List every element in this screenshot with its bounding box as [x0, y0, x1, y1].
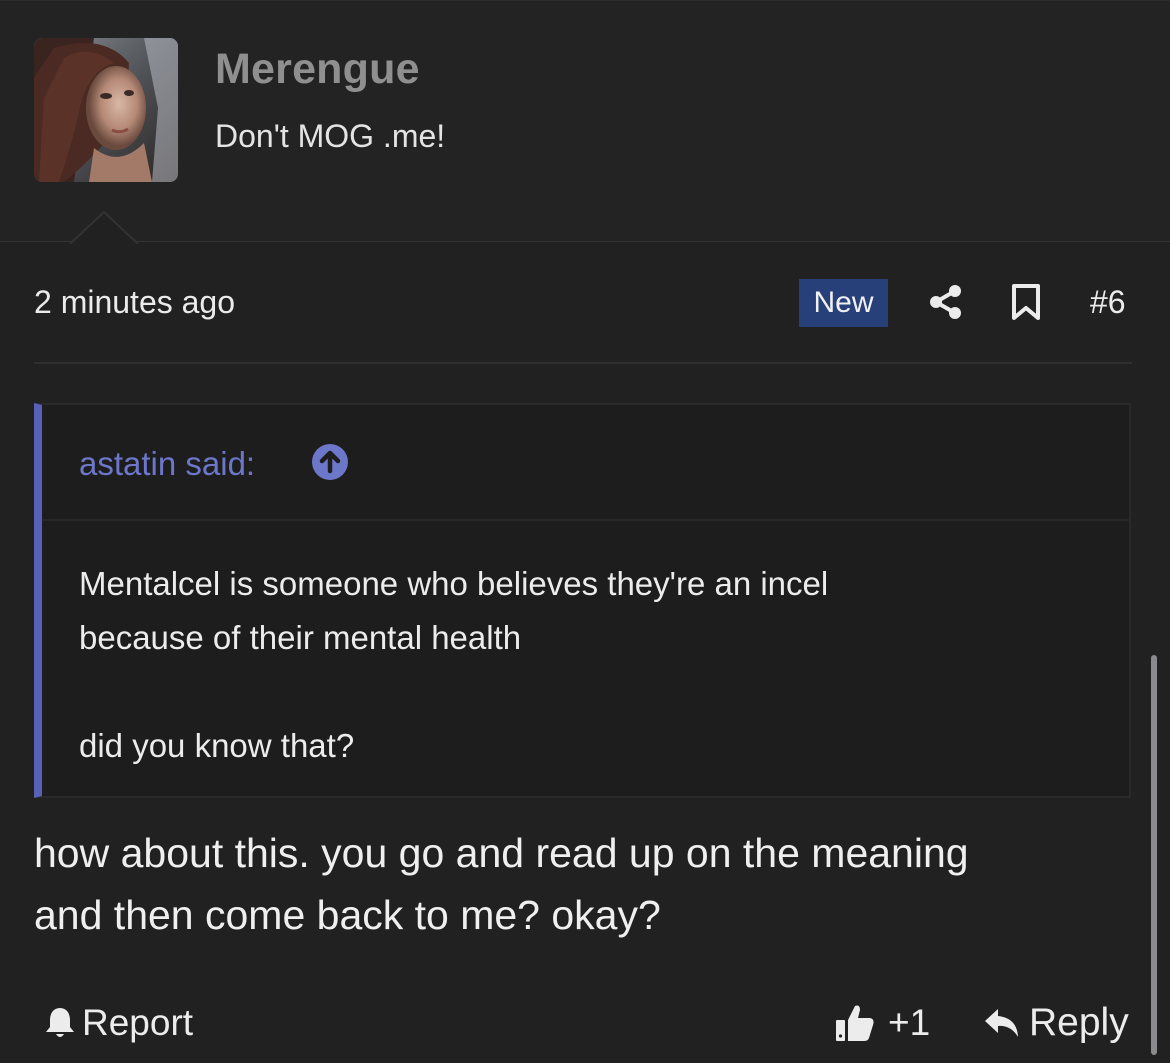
quote-content: Mentalcel is someone who believes they'r… — [79, 557, 1079, 773]
message-line: and then come back to me? okay? — [34, 892, 661, 938]
bookmark-icon[interactable] — [1011, 283, 1041, 321]
quote-header: astatin said: — [42, 405, 1129, 521]
scrollbar[interactable] — [1151, 655, 1157, 1055]
report-label: Report — [82, 1002, 194, 1043]
quote-line: Mentalcel is someone who believes they'r… — [79, 565, 829, 602]
quote-line: because of their mental health — [79, 619, 522, 656]
post-message: how about this. you go and read up on th… — [34, 822, 1124, 946]
post-user-header: Merengue Don't MOG .me! — [0, 0, 1170, 247]
arrow-up-circle-icon[interactable] — [311, 443, 349, 481]
post-timestamp[interactable]: 2 minutes ago — [34, 284, 235, 321]
bell-icon — [46, 1008, 74, 1037]
avatar-image — [34, 38, 178, 182]
post-number-link[interactable]: #6 — [1090, 284, 1126, 321]
report-button[interactable]: Report — [44, 1000, 193, 1046]
reaction-count: +1 — [888, 1002, 931, 1043]
user-avatar[interactable] — [34, 38, 178, 182]
quote-line: did you know that? — [79, 727, 355, 764]
username[interactable]: Merengue — [215, 45, 420, 94]
quote-spacer — [79, 665, 1079, 719]
header-pointer-arrow — [69, 210, 139, 247]
like-button[interactable]: +1 — [834, 1000, 930, 1046]
quote-author-link[interactable]: astatin said: — [79, 445, 255, 483]
reply-arrow-icon — [985, 1009, 1018, 1037]
thumbs-up-icon — [836, 1005, 874, 1041]
new-badge: New — [799, 279, 888, 327]
reply-label: Reply — [1029, 1001, 1129, 1044]
user-title: Don't MOG .me! — [215, 118, 446, 154]
reply-button[interactable]: Reply — [983, 1000, 1129, 1046]
forum-post: Merengue Don't MOG .me! 2 minutes ago Ne… — [0, 0, 1170, 1063]
message-line: how about this. you go and read up on th… — [34, 830, 969, 876]
share-icon[interactable] — [926, 282, 966, 322]
divider — [34, 362, 1132, 364]
quote-block: astatin said: Mentalcel is someone who b… — [34, 403, 1131, 798]
